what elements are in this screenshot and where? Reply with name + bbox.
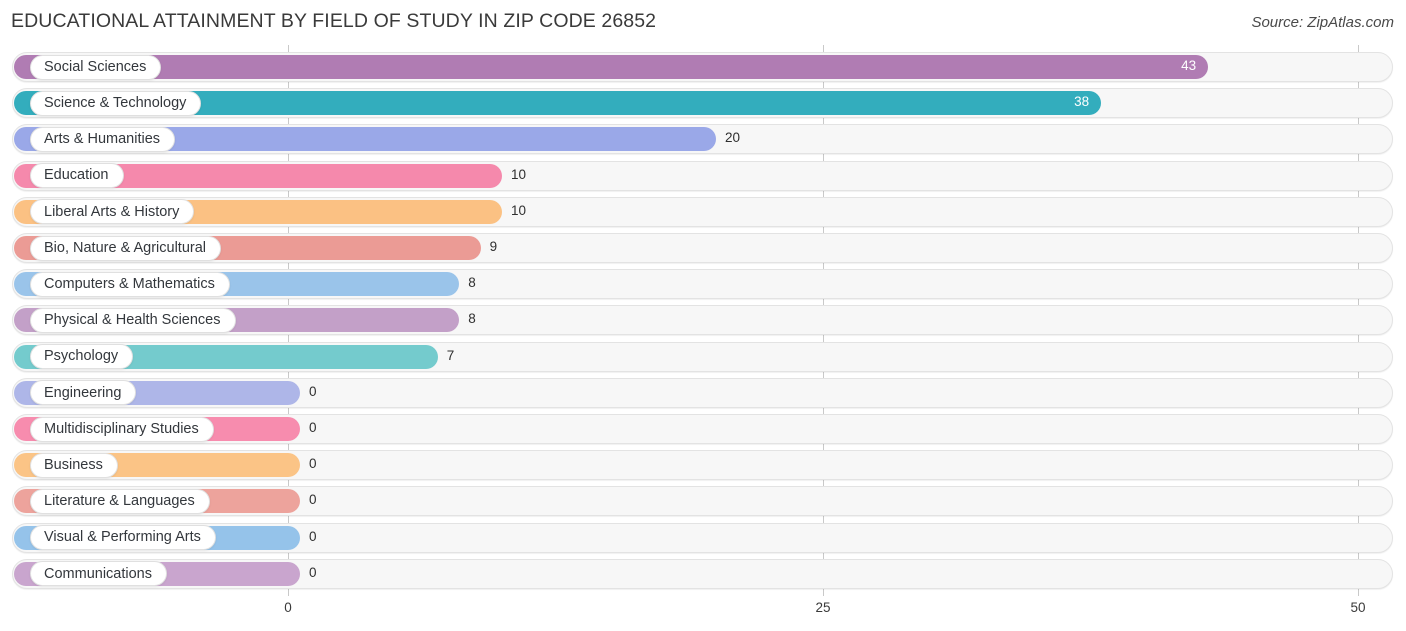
value-label: 8 — [468, 275, 476, 291]
bar-row: Communications 0 — [0, 556, 1406, 592]
x-tick-label: 0 — [284, 600, 292, 615]
category-label: Physical & Health Sciences — [44, 312, 221, 329]
value-label: 20 — [725, 130, 741, 146]
value-bar[interactable] — [14, 55, 1209, 79]
category-label: Computers & Mathematics — [44, 275, 215, 292]
x-tick-label: 50 — [1350, 600, 1366, 615]
bar-row: Science & Technology 38 — [0, 85, 1406, 121]
bar-row: Liberal Arts & History 10 — [0, 194, 1406, 230]
category-label-pill: Physical & Health Sciences — [30, 307, 236, 333]
category-label-pill: Psychology — [30, 344, 134, 370]
value-label: 0 — [309, 528, 317, 544]
category-label-pill: Communications — [30, 561, 167, 587]
category-label: Visual & Performing Arts — [44, 529, 201, 546]
category-label-pill: Engineering — [30, 380, 137, 406]
bar-row: Business 0 — [0, 447, 1406, 483]
category-label-pill: Education — [30, 163, 124, 189]
chart-container: EDUCATIONAL ATTAINMENT BY FIELD OF STUDY… — [0, 0, 1406, 631]
value-label: 0 — [309, 564, 317, 580]
category-label: Bio, Nature & Agricultural — [44, 239, 206, 256]
category-label: Literature & Languages — [44, 493, 195, 510]
category-label-pill: Liberal Arts & History — [30, 199, 195, 225]
category-label: Liberal Arts & History — [44, 203, 180, 220]
bar-row: Engineering 0 — [0, 375, 1406, 411]
category-label-pill: Visual & Performing Arts — [30, 525, 216, 551]
value-label: 0 — [309, 492, 317, 508]
category-label-pill: Literature & Languages — [30, 488, 210, 514]
category-label: Business — [44, 456, 103, 473]
value-label: 43 — [1181, 58, 1197, 73]
bar-row: Arts & Humanities 20 — [0, 121, 1406, 157]
category-label-pill: Computers & Mathematics — [30, 271, 230, 297]
category-label: Psychology — [44, 348, 119, 365]
category-label: Education — [44, 167, 109, 184]
chart-header: EDUCATIONAL ATTAINMENT BY FIELD OF STUDY… — [0, 0, 1406, 45]
bar-row: Education 10 — [0, 158, 1406, 194]
value-label: 7 — [446, 347, 455, 363]
category-label: Engineering — [44, 384, 122, 401]
bar-row: Computers & Mathematics 8 — [0, 266, 1406, 302]
source-attribution: Source: ZipAtlas.com — [1251, 14, 1394, 31]
bar-row: Bio, Nature & Agricultural 9 — [0, 230, 1406, 266]
value-label: 8 — [468, 311, 476, 327]
plot-area: Social Sciences 43 Science & Technology 38 A… — [0, 45, 1406, 596]
category-label-pill: Multidisciplinary Studies — [30, 416, 214, 442]
value-label: 38 — [1074, 94, 1090, 110]
category-label-pill: Business — [30, 452, 118, 478]
category-label-pill: Social Sciences — [30, 54, 162, 80]
bar-row: Multidisciplinary Studies 0 — [0, 411, 1406, 447]
category-label: Arts & Humanities — [44, 131, 161, 148]
bar-row: Social Sciences 43 — [0, 49, 1406, 85]
value-label: 0 — [309, 420, 317, 435]
x-tick-label: 25 — [815, 600, 831, 615]
value-label: 0 — [309, 456, 317, 472]
bar-rows: Social Sciences 43 Science & Technology 38 A… — [0, 45, 1406, 596]
value-label: 10 — [511, 202, 527, 218]
value-label: 10 — [511, 166, 527, 182]
bar-row: Physical & Health Sciences 8 — [0, 302, 1406, 338]
x-axis: 0 25 50 — [0, 596, 1406, 631]
category-label-pill: Science & Technology — [30, 90, 202, 116]
category-label-pill: Arts & Humanities — [30, 126, 176, 152]
category-label: Social Sciences — [44, 58, 147, 75]
bar-row: Literature & Languages 0 — [0, 483, 1406, 519]
page-title: EDUCATIONAL ATTAINMENT BY FIELD OF STUDY… — [11, 10, 657, 32]
value-label: 0 — [309, 383, 317, 399]
category-label: Science & Technology — [44, 94, 187, 111]
category-label-pill: Bio, Nature & Agricultural — [30, 235, 221, 261]
category-label: Communications — [44, 565, 152, 582]
category-label: Multidisciplinary Studies — [44, 420, 199, 437]
bar-row: Visual & Performing Arts 0 — [0, 520, 1406, 556]
value-label: 9 — [489, 239, 498, 254]
bar-row: Psychology 7 — [0, 339, 1406, 375]
